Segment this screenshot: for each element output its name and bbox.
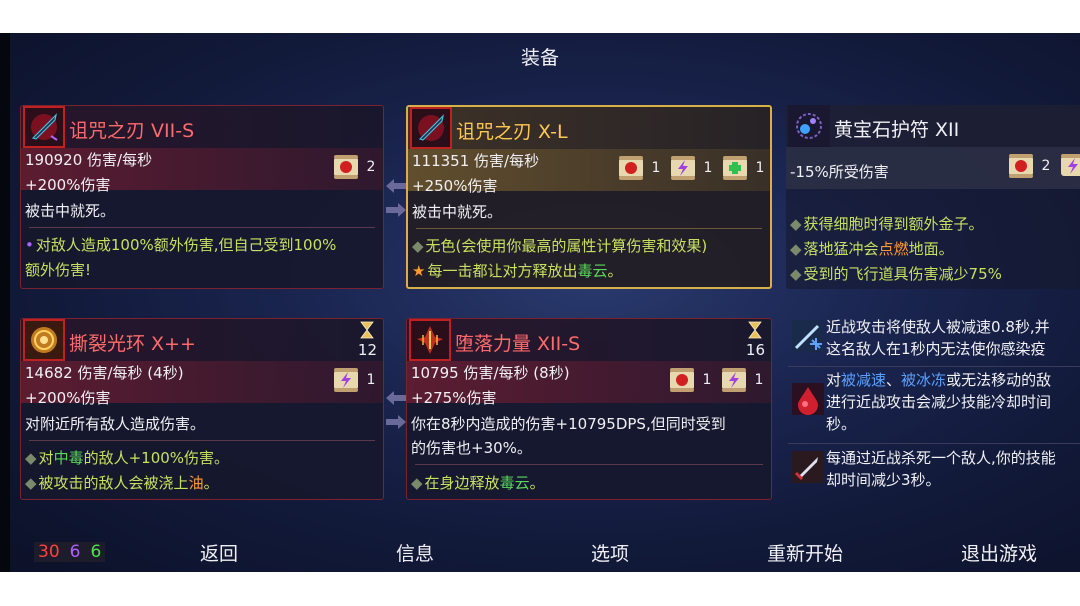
bottom-menu-bar: 30 6 6 返回 信息 选项 重新开始 退出游戏 <box>0 533 1080 572</box>
blood-drop-icon <box>792 383 824 415</box>
item-description: 被击中就死。 <box>25 202 116 220</box>
frost-strike-icon <box>792 320 824 352</box>
affix-line: ◆ 对中毒的敌人+100%伤害。 <box>25 449 230 467</box>
scroll-counts: 1 <box>331 365 379 395</box>
survival-stat: 6 <box>90 542 102 562</box>
menu-back-button[interactable]: 返回 <box>136 535 302 570</box>
menu-info-button[interactable]: 信息 <box>392 539 438 566</box>
fist-scroll-icon <box>334 155 358 179</box>
item-damage-bonus: +200%伤害 <box>25 389 111 407</box>
fist-scroll-icon <box>619 156 643 180</box>
item-name: 堕落力量 XII-S <box>455 333 581 355</box>
item-damage-bonus: +275%伤害 <box>411 389 497 407</box>
screen-title: 装备 <box>520 47 559 69</box>
item-name: 撕裂光环 X++ <box>69 333 196 355</box>
swap-arrow-left-icon <box>386 179 406 193</box>
affix-line: • 对敌人造成100%额外伤害,但自己受到100% <box>25 236 337 254</box>
item-dps: 190920 伤害/每秒 <box>25 151 153 169</box>
cooldown: 16 <box>746 321 765 359</box>
tactics-stat: 6 <box>69 542 81 562</box>
item-name: 黄宝石护符 XII <box>834 119 960 141</box>
item-dps: 111351 伤害/每秒 <box>412 152 540 170</box>
fist-scroll-icon <box>670 368 694 392</box>
amulet-icon <box>788 105 830 147</box>
equipment-card-topaz-amulet[interactable]: 黄宝石护符 XII -15%所受伤害 ◆ 获得细胞时得到额外金子。 ◆ 落地猛冲会点… <box>786 105 1080 289</box>
mutation-row-3[interactable]: 每通过近战杀死一个敌人,你的技能 却时间减少3秒。 <box>786 447 1080 495</box>
affix-line: ◆ 受到的飞行道具伤害减少75% <box>790 265 1002 283</box>
affix-line: ◆ 被攻击的敌人会被浇上油。 <box>25 474 219 492</box>
lightning-scroll-icon <box>671 156 695 180</box>
mutation-row-2[interactable]: 对被减速、被冰冻或无法移动的敌 进行近战攻击会减少技能冷却时间 秒。 <box>786 369 1080 441</box>
scroll-counts: 2 <box>331 152 379 182</box>
equipment-card-cursed-sword-2[interactable]: 诅咒之刃 X-L 111351 伤害/每秒 +250%伤害 被击中就死。 ◆ 无色… <box>406 105 772 289</box>
brutality-stat: 30 <box>38 542 60 562</box>
swap-arrow-right-icon <box>386 203 406 217</box>
affix-line: ◆ 落地猛冲会点燃地面。 <box>790 240 954 258</box>
item-damage-bonus: +200%伤害 <box>25 176 111 194</box>
stat-scrolls-summary: 30 6 6 <box>34 542 106 562</box>
dagger-kill-icon <box>792 451 824 483</box>
affix-line: ◆ 获得细胞时得到额外金子。 <box>790 215 984 233</box>
item-damage-bonus: +250%伤害 <box>412 177 498 195</box>
lightning-scroll-icon <box>722 368 746 392</box>
aura-icon <box>23 319 65 361</box>
affix-line: ◆ 无色(会使用你最高的属性计算伤害和效果) <box>412 237 708 255</box>
menu-restart-button[interactable]: 重新开始 <box>762 539 848 566</box>
item-description: 你在8秒内造成的伤害+10795DPS,但同时受到 <box>411 415 726 433</box>
item-dps: 10795 伤害/每秒 (8秒) <box>411 364 570 382</box>
lightning-scroll-icon <box>1061 154 1080 176</box>
affix-line-cont: 额外伤害! <box>25 261 92 279</box>
swap-arrow-right-icon <box>386 415 406 429</box>
scroll-counts: 1 1 1 <box>616 153 768 183</box>
cross-scroll-icon <box>723 156 747 180</box>
item-description: 对附近所有敌人造成伤害。 <box>25 415 206 433</box>
corrupted-power-icon <box>409 319 451 361</box>
item-name: 诅咒之刃 X-L <box>456 121 568 143</box>
hourglass-icon <box>360 321 375 339</box>
equipment-card-corrupted-power[interactable]: 堕落力量 XII-S 16 10795 伤害/每秒 (8秒) +275%伤害 你… <box>406 318 772 500</box>
left-edge <box>0 33 10 572</box>
swap-arrow-left-icon <box>386 391 406 405</box>
scroll-counts: 1 1 <box>667 365 767 395</box>
game-screen: 装备 诅咒之刃 VII-S 190920 伤害/每秒 +200%伤害 被击中就死… <box>0 33 1080 572</box>
equipment-card-tearing-aura[interactable]: 撕裂光环 X++ 12 14682 伤害/每秒 (4秒) +200%伤害 对附近… <box>20 318 384 500</box>
cursed-sword-icon <box>23 106 65 148</box>
menu-options-button[interactable]: 选项 <box>587 539 633 566</box>
menu-quit-button[interactable]: 退出游戏 <box>956 539 1042 566</box>
mutation-row-1[interactable]: 近战攻击将使敌人被减速0.8秒,并 这名敌人在1秒内无法使你感染疫 <box>786 316 1080 364</box>
item-effect: -15%所受伤害 <box>790 163 889 181</box>
equipment-card-cursed-sword-1[interactable]: 诅咒之刃 VII-S 190920 伤害/每秒 +200%伤害 被击中就死。 •… <box>20 105 384 289</box>
cursed-sword-icon <box>410 107 452 149</box>
lightning-scroll-icon <box>334 368 358 392</box>
item-name: 诅咒之刃 VII-S <box>69 120 195 142</box>
hourglass-icon <box>748 321 763 339</box>
cooldown: 12 <box>358 321 377 359</box>
fist-scroll-icon <box>1009 154 1033 178</box>
item-dps: 14682 伤害/每秒 (4秒) <box>25 364 184 382</box>
item-description-cont: 的伤害也+30%。 <box>411 439 532 457</box>
scroll-counts: 2 <box>1006 151 1080 181</box>
affix-line: ◆ 在身边释放毒云。 <box>411 474 545 492</box>
affix-line-legendary: ★ 每一击都让对方释放出毒云。 <box>412 262 623 280</box>
item-description: 被击中就死。 <box>412 203 503 221</box>
scroll-count: 2 <box>366 159 376 175</box>
